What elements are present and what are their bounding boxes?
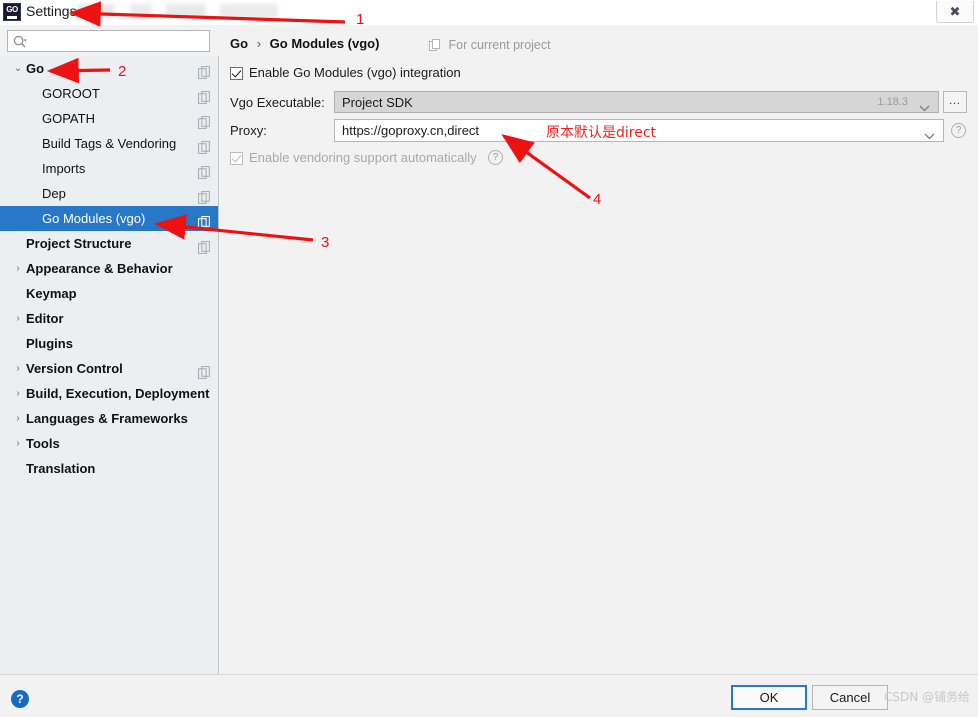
sidebar-item-label: Version Control [26,361,123,376]
sidebar-item-label: Go Modules (vgo) [42,211,146,226]
settings-dialog: GO Settings ✖ ⌄ Go GOROOT GOPATH Build Tags … [0,0,978,717]
vendoring-label: Enable vendoring support automatically [249,150,477,165]
sidebar-item-label: GOROOT [42,86,100,101]
enable-go-modules-label: Enable Go Modules (vgo) integration [249,65,461,80]
project-scope-icon [198,137,211,154]
sidebar-item-build-execution-deployment[interactable]: › Build, Execution, Deployment [0,381,218,406]
chevron-down-icon[interactable]: ⌄ [12,56,24,81]
chevron-down-icon[interactable] [919,99,930,112]
breadcrumb-root[interactable]: Go [230,36,248,51]
sidebar-item-project-structure[interactable]: Project Structure [0,231,218,256]
breadcrumb: Go › Go Modules (vgo) [230,36,379,51]
breadcrumb-leaf: Go Modules (vgo) [269,36,380,51]
ok-button[interactable]: OK [731,685,807,710]
vgo-executable-combo[interactable]: Project SDK 1.18.3 [334,91,939,113]
vendoring-checkbox [230,152,243,165]
title-bar: GO Settings ✖ [0,0,978,26]
chevron-right-icon[interactable]: › [12,406,24,431]
annotation-marker-2: 2 [118,63,127,80]
sidebar-item-label: GOPATH [42,111,95,126]
for-current-project-label: For current project [429,38,551,52]
chevron-right-icon[interactable]: › [12,356,24,381]
sidebar-item-dep[interactable]: Dep [0,181,218,206]
annotation-marker-4: 4 [593,191,602,208]
search-bar [0,25,219,56]
vgo-executable-value: Project SDK [342,95,413,110]
sidebar-item-keymap[interactable]: Keymap [0,281,218,306]
chevron-right-icon[interactable]: › [12,381,24,406]
annotation-marker-3: 3 [321,234,330,251]
sidebar-item-translation[interactable]: Translation [0,456,218,481]
proxy-label: Proxy: [230,123,267,138]
sidebar-item-gopath[interactable]: GOPATH [0,106,218,131]
vgo-executable-label: Vgo Executable: [230,95,325,110]
project-scope-icon [198,212,211,229]
help-button[interactable]: ? [11,690,29,708]
project-scope-icon [198,162,211,179]
sidebar-item-editor[interactable]: › Editor [0,306,218,331]
chevron-down-icon[interactable] [924,127,935,140]
sidebar-item-label: Project Structure [26,236,132,251]
blurred-project-path [78,4,323,18]
sidebar-item-label: Build, Execution, Deployment [26,386,210,401]
sidebar-item-imports[interactable]: Imports [0,156,218,181]
vgo-sdk-version: 1.18.3 [877,96,908,108]
project-scope-icon [198,62,211,79]
sidebar-item-label: Go [26,61,45,76]
vendoring-help-icon[interactable]: ? [488,150,503,165]
search-input[interactable] [32,33,208,52]
sidebar-item-label: Translation [26,461,96,476]
sidebar-item-tools[interactable]: › Tools [0,431,218,456]
chevron-right-icon[interactable]: › [12,431,24,456]
close-icon[interactable]: ✖ [936,1,974,23]
sidebar-item-label: Imports [42,161,86,176]
chevron-right-icon[interactable]: › [12,306,24,331]
enable-go-modules-checkbox[interactable] [230,67,243,80]
settings-sidebar[interactable]: ⌄ Go GOROOT GOPATH Build Tags & Vendoring Imp… [0,56,219,674]
sidebar-item-appearance-behavior[interactable]: › Appearance & Behavior [0,256,218,281]
sidebar-item-label: Tools [26,436,60,451]
window-title: Settings [26,3,77,19]
csdn-watermark: CSDN @铺务给 [884,690,971,704]
project-scope-icon [429,39,441,51]
annotation-note-cn: 原本默认是direct [546,125,657,141]
enable-go-modules-checkbox-row[interactable]: Enable Go Modules (vgo) integration [230,65,461,80]
sidebar-item-label: Dep [42,186,66,201]
chevron-right-icon[interactable]: › [12,256,24,281]
sidebar-item-label: Editor [26,311,64,326]
vgo-browse-button[interactable]: … [943,91,967,113]
goland-logo-icon: GO [3,3,21,21]
project-scope-icon [198,237,211,254]
project-scope-icon [198,112,211,129]
sidebar-item-label: Keymap [26,286,77,301]
cancel-button[interactable]: Cancel [812,685,888,710]
project-scope-icon [198,362,211,379]
vendoring-checkbox-row: Enable vendoring support automatically [230,150,477,165]
annotation-marker-1: 1 [356,11,365,28]
sidebar-item-languages-frameworks[interactable]: › Languages & Frameworks [0,406,218,431]
sidebar-item-go[interactable]: ⌄ Go [0,56,218,81]
for-current-project-text: For current project [448,38,551,52]
sidebar-item-label: Appearance & Behavior [26,261,173,276]
sidebar-item-label: Plugins [26,336,73,351]
sidebar-item-goroot[interactable]: GOROOT [0,81,218,106]
sidebar-item-plugins[interactable]: Plugins [0,331,218,356]
sidebar-item-label: Build Tags & Vendoring [42,136,177,151]
sidebar-item-build-tags-vendoring[interactable]: Build Tags & Vendoring [0,131,218,156]
search-icon [13,35,27,49]
search-field[interactable] [7,30,210,52]
breadcrumb-separator: › [256,36,262,51]
sidebar-item-version-control[interactable]: › Version Control [0,356,218,381]
proxy-value[interactable]: https://goproxy.cn,direct [342,123,479,138]
project-scope-icon [198,87,211,104]
project-scope-icon [198,187,211,204]
sidebar-item-go-modules-vgo[interactable]: Go Modules (vgo) [0,206,218,231]
proxy-help-icon[interactable]: ? [951,123,966,138]
sidebar-item-label: Languages & Frameworks [26,411,188,426]
